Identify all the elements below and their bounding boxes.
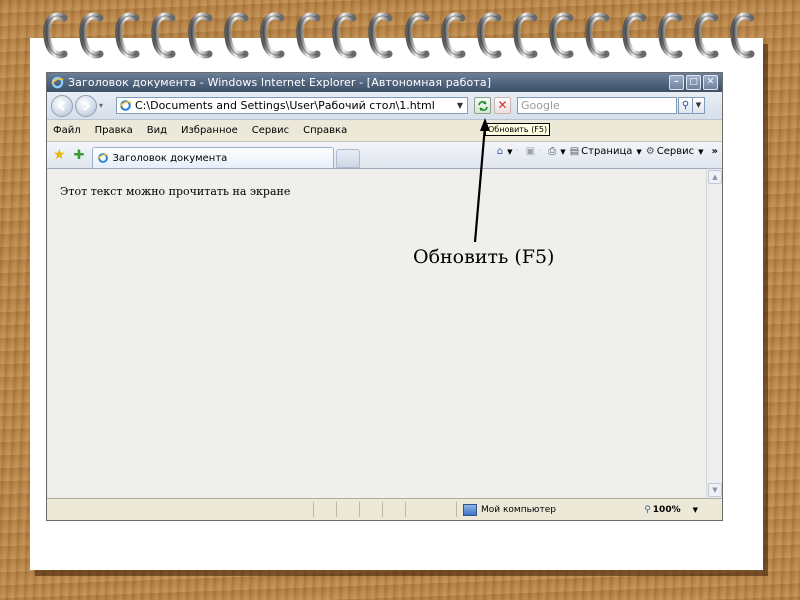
computer-icon: [463, 503, 477, 516]
menu-view[interactable]: Вид: [147, 125, 167, 136]
search-input[interactable]: Google: [517, 97, 677, 114]
refresh-tooltip: Обновить (F5): [485, 123, 551, 136]
menu-help[interactable]: Справка: [303, 125, 347, 136]
spiral-ring: [693, 10, 721, 62]
new-tab-button[interactable]: [336, 149, 361, 168]
spiral-ring: [512, 10, 540, 62]
page-icon: ▤: [569, 146, 580, 157]
scroll-down-button[interactable]: ▼: [708, 483, 722, 497]
magnifier-zoom-icon: ⚲: [644, 504, 651, 515]
address-field[interactable]: C:\Documents and Settings\User\Рабочий с…: [116, 97, 468, 114]
ie-logo-icon: [51, 76, 64, 89]
stop-button[interactable]: ✕: [494, 97, 511, 114]
menu-edit[interactable]: Правка: [95, 125, 133, 136]
chevron-down-icon[interactable]: ▼: [453, 101, 467, 110]
forward-arrow-icon: [83, 100, 91, 111]
menu-bar: Файл Правка Вид Избранное Сервис Справка: [47, 120, 722, 142]
magnifier-icon: ⚲: [681, 100, 690, 111]
spiral-ring: [621, 10, 649, 62]
spiral-ring: [367, 10, 395, 62]
spiral-ring: [584, 10, 612, 62]
spiral-ring: [114, 10, 142, 62]
spiral-ring: [331, 10, 359, 62]
page-content: Этот текст можно прочитать на экране: [48, 168, 706, 499]
search-dropdown[interactable]: ▼: [693, 97, 705, 114]
spiral-ring: [150, 10, 178, 62]
spiral-ring: [729, 10, 757, 62]
close-button[interactable]: ✕: [703, 75, 718, 90]
tab-bar: ★ ✚ Заголовок документа ⌂ ▼ · ▣ · ⎙ ▼ ▤ …: [47, 142, 722, 169]
command-bar: ⌂ ▼ · ▣ · ⎙ ▼ ▤ Страница ▼ ⚙ Сервис ▼ »: [493, 146, 718, 157]
rss-icon[interactable]: ▣: [526, 146, 535, 157]
star-icon[interactable]: ★: [53, 147, 66, 163]
address-toolbar: ▾ C:\Documents and Settings\User\Рабочий…: [47, 92, 722, 120]
title-bar[interactable]: Заголовок документа - Windows Internet E…: [47, 73, 722, 92]
ie-window: Заголовок документа - Windows Internet E…: [46, 72, 723, 521]
spiral-ring: [223, 10, 251, 62]
back-arrow-icon: [57, 100, 65, 111]
address-text: C:\Documents and Settings\User\Рабочий с…: [135, 99, 435, 112]
annotation-label: Обновить (F5): [413, 246, 555, 268]
chevron-down-icon[interactable]: ▼: [698, 148, 703, 156]
spiral-ring: [657, 10, 685, 62]
search-button[interactable]: ⚲: [678, 97, 693, 114]
spiral-ring: [440, 10, 468, 62]
tools-menu[interactable]: Сервис: [657, 146, 694, 157]
status-bar: Мой компьютер ⚲ 100% ▼: [47, 498, 722, 520]
spiral-ring: [259, 10, 287, 62]
chevron-down-icon[interactable]: ▼: [560, 148, 565, 156]
ie-page-icon: [119, 100, 132, 111]
menu-tools[interactable]: Сервис: [252, 125, 289, 136]
status-text-area: [47, 502, 314, 517]
gear-icon: ⚙: [645, 146, 655, 157]
spiral-ring: [295, 10, 323, 62]
status-segment: [383, 502, 406, 517]
status-segment: [314, 502, 337, 517]
spiral-ring: [476, 10, 504, 62]
zoom-level: 100%: [652, 504, 681, 515]
content-text: Этот текст можно прочитать на экране: [60, 185, 291, 198]
menu-favorites[interactable]: Избранное: [181, 125, 238, 136]
status-segment: [337, 502, 360, 517]
chevron-down-icon: ▼: [692, 505, 698, 514]
ie-page-icon: [97, 153, 109, 163]
window-title: Заголовок документа - Windows Internet E…: [68, 76, 492, 89]
security-zone[interactable]: Мой компьютер: [463, 503, 556, 516]
vertical-scrollbar[interactable]: ▲ ▼: [706, 169, 722, 498]
separator: ·: [515, 146, 519, 157]
refresh-icon: [477, 100, 488, 111]
back-button[interactable]: [51, 94, 73, 117]
history-dropdown[interactable]: ▾: [99, 101, 108, 110]
add-favorite-icon[interactable]: ✚: [74, 148, 85, 163]
spiral-ring: [78, 10, 106, 62]
tab-current[interactable]: Заголовок документа: [92, 147, 335, 168]
menu-file[interactable]: Файл: [53, 125, 81, 136]
zoom-control[interactable]: ⚲ 100% ▼: [644, 505, 698, 515]
refresh-button[interactable]: [474, 97, 491, 114]
spiral-ring: [548, 10, 576, 62]
chevron-down-icon[interactable]: ▼: [636, 148, 641, 156]
tab-title: Заголовок документа: [112, 152, 228, 164]
forward-button[interactable]: [75, 94, 97, 117]
status-segment: [406, 502, 457, 517]
minimize-button[interactable]: –: [669, 75, 684, 90]
printer-icon[interactable]: ⎙: [548, 146, 556, 157]
page-menu[interactable]: Страница: [581, 146, 632, 157]
chevron-down-icon[interactable]: ▼: [507, 148, 512, 156]
scroll-up-button[interactable]: ▲: [708, 170, 722, 184]
status-segment: [360, 502, 383, 517]
maximize-button[interactable]: □: [686, 75, 701, 90]
more-commands[interactable]: »: [712, 146, 718, 157]
separator: ·: [538, 146, 542, 157]
spiral-ring: [187, 10, 215, 62]
home-icon[interactable]: ⌂: [497, 146, 503, 157]
zone-label: Мой компьютер: [481, 504, 556, 515]
spiral-ring: [42, 10, 70, 62]
stop-icon: ✕: [497, 98, 508, 112]
notebook-spiral: [42, 10, 757, 66]
spiral-ring: [404, 10, 432, 62]
